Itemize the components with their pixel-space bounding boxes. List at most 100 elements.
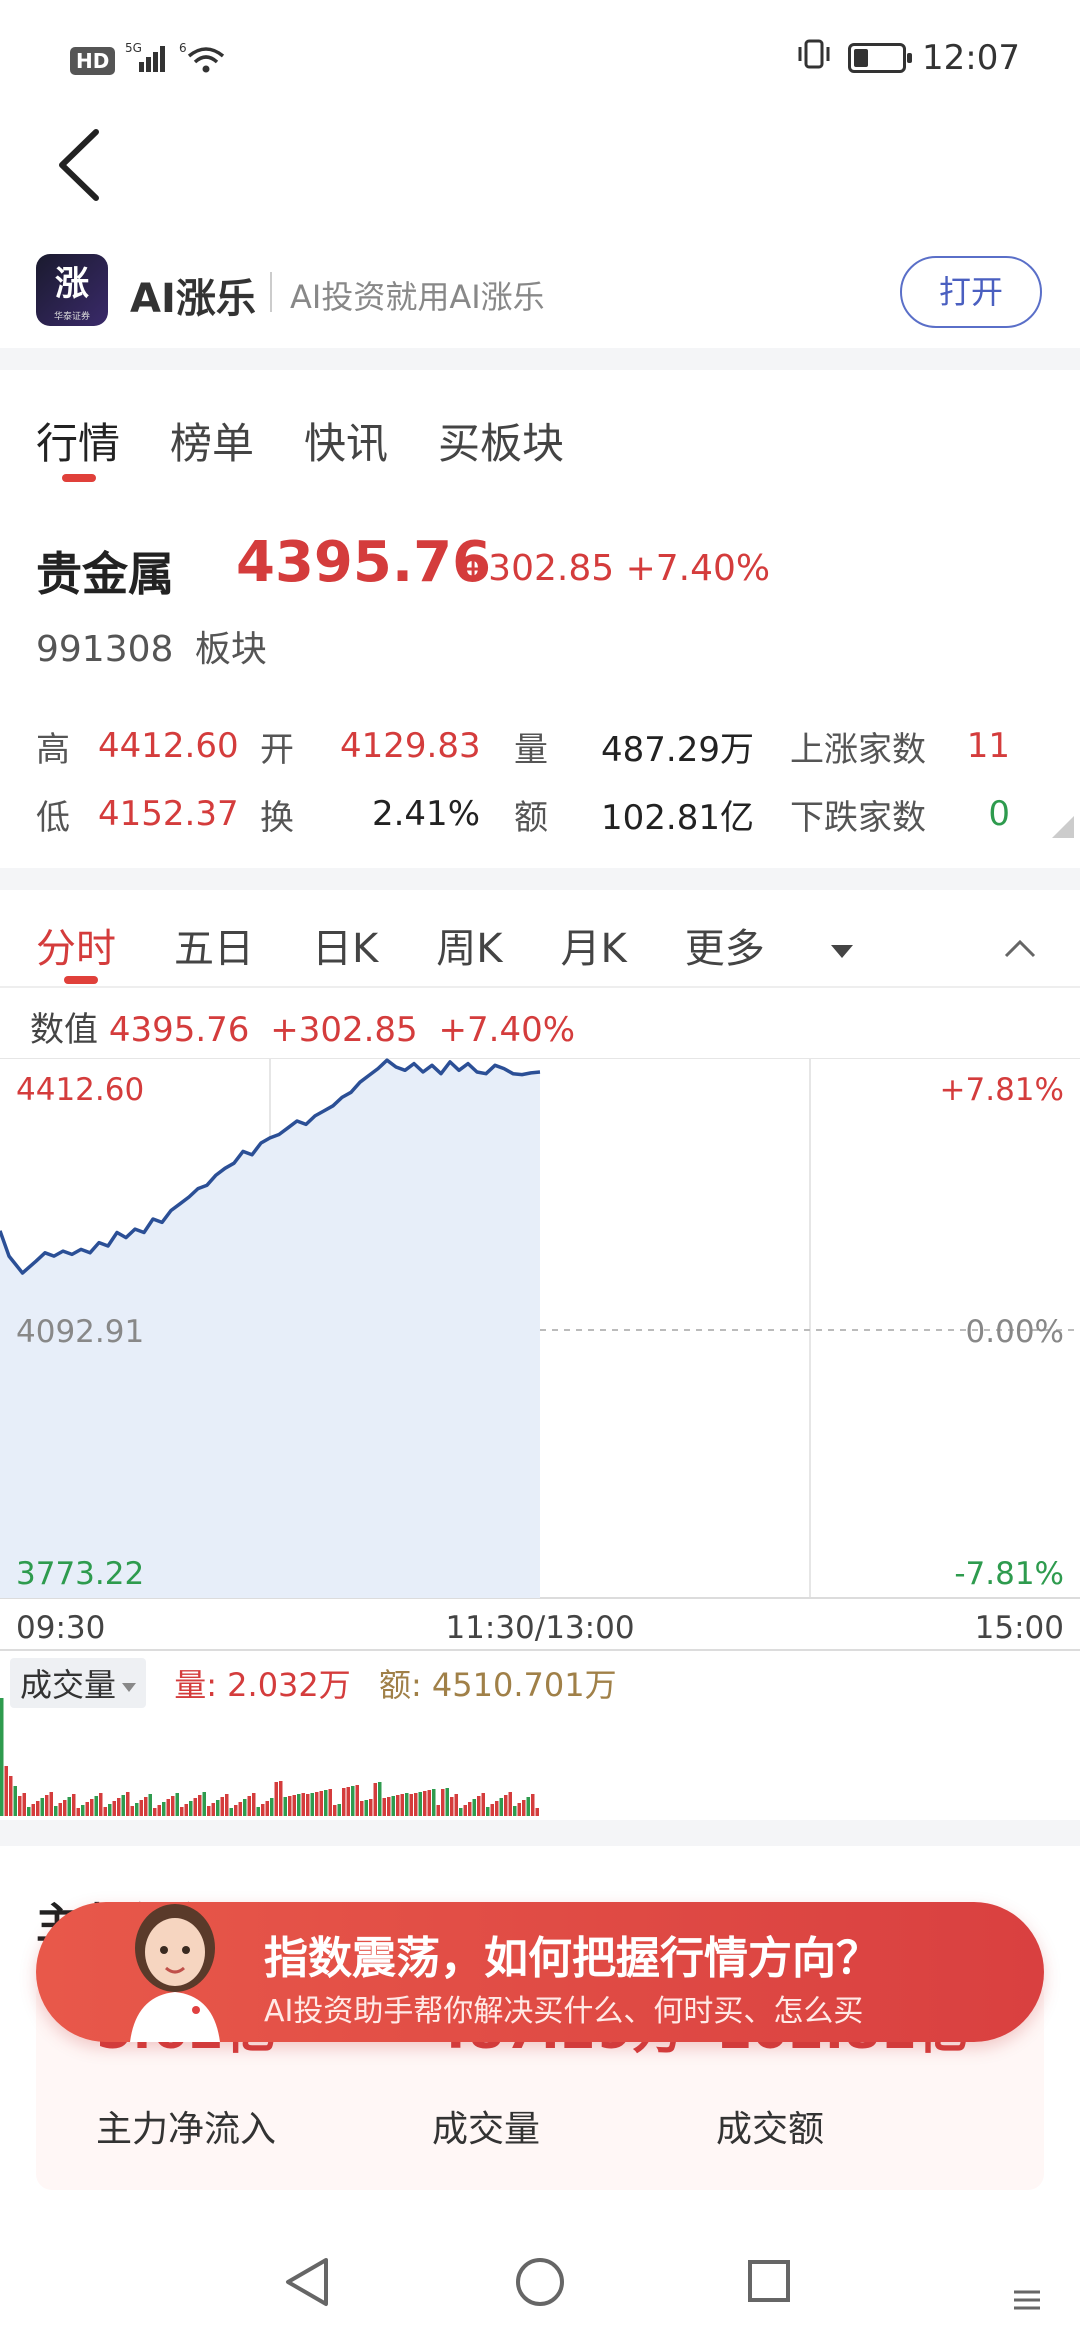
turnover-label: 换 — [260, 797, 294, 838]
volume-bar — [459, 1808, 463, 1816]
volume-bar — [337, 1804, 341, 1816]
volume-bar — [184, 1804, 188, 1816]
volume-bar — [301, 1793, 305, 1816]
volume-bar — [504, 1795, 508, 1816]
up-count-label: 上涨家数 — [790, 729, 926, 770]
volume-bar — [324, 1790, 328, 1816]
intraday-chart[interactable]: 4412.60 4092.91 3773.22 +7.81% 0.00% -7.… — [0, 1058, 1080, 1658]
hd-icon: HD — [70, 46, 116, 75]
tab-news[interactable]: 快讯 — [304, 410, 388, 471]
volume-bar — [378, 1782, 382, 1816]
volume-bar — [220, 1797, 224, 1816]
volume-bar — [67, 1797, 71, 1816]
volume-bar — [193, 1798, 197, 1816]
flow-volume-label: 成交量 — [432, 2109, 541, 2150]
volume-bar — [292, 1795, 296, 1816]
volume-bar — [387, 1797, 391, 1816]
volume-bar — [342, 1788, 346, 1816]
volume-bar — [99, 1793, 103, 1816]
volume-bar — [441, 1789, 445, 1816]
volume-bar — [45, 1795, 49, 1816]
volume-bar — [423, 1791, 427, 1816]
volume-bar — [157, 1805, 161, 1816]
value-change: +302.85 — [270, 1010, 418, 1050]
volume-bar — [247, 1796, 251, 1816]
volume-bar — [189, 1801, 193, 1816]
volume-bar — [351, 1786, 355, 1816]
volume-bar — [27, 1807, 31, 1816]
wifi-label: 6 — [179, 41, 187, 55]
volume-bar — [265, 1801, 269, 1816]
wifi-icon: 6 — [179, 40, 225, 81]
divider — [0, 986, 1080, 988]
volume-bar — [202, 1792, 206, 1816]
nav-back-button[interactable] — [286, 2258, 328, 2306]
flow-labels: 主力净流入 成交量 成交额 — [96, 2100, 824, 2152]
volume-bar — [396, 1795, 400, 1816]
volume-bar — [234, 1805, 238, 1816]
tab-more-label: 更多 — [684, 926, 765, 972]
promo-subtitle: AI投资助手帮你解决买什么、何时买、怎么买 — [264, 1994, 864, 2029]
volume-bar — [283, 1797, 287, 1816]
volume-bar — [364, 1800, 368, 1816]
system-nav-bar — [286, 2258, 1040, 2310]
app-logo[interactable]: 涨 华泰证券 — [36, 254, 108, 326]
tab-intraday[interactable]: 分时 — [36, 916, 116, 974]
status-right: 12:07 — [796, 38, 1020, 78]
expand-corner-icon[interactable] — [1052, 816, 1074, 838]
tab-market[interactable]: 行情 — [36, 410, 120, 471]
volume-bar — [472, 1799, 476, 1816]
volume-bar — [369, 1799, 373, 1816]
volume-bar — [346, 1787, 350, 1816]
app-logo-sub: 华泰证券 — [53, 312, 90, 322]
volume-bar — [513, 1806, 517, 1816]
flow-amount-label: 成交额 — [716, 2109, 825, 2150]
open-app-button[interactable]: 打开 — [900, 256, 1042, 328]
volume-bar — [76, 1808, 80, 1816]
collapse-button[interactable] — [1002, 930, 1038, 966]
volume-bar — [270, 1798, 274, 1816]
volume-bar — [13, 1786, 17, 1816]
clock: 12:07 — [922, 38, 1020, 78]
top-tabs: 行情 榜单 快讯 买板块 — [36, 410, 564, 471]
volume-bar — [22, 1793, 26, 1816]
volume-bar — [216, 1800, 220, 1816]
volume-bar — [252, 1793, 256, 1816]
volume-bar — [49, 1792, 53, 1816]
tab-more[interactable]: 更多 — [685, 916, 853, 974]
volume-bar — [391, 1796, 395, 1816]
volume-bar — [315, 1792, 319, 1816]
volume-bar — [310, 1793, 314, 1816]
volume-label: 量 — [514, 729, 548, 770]
tab-ranking[interactable]: 榜单 — [170, 410, 254, 471]
volume-bar — [261, 1804, 265, 1816]
volume-bar — [63, 1800, 67, 1816]
net-inflow-label: 主力净流入 — [96, 2109, 277, 2150]
tab-daily-k[interactable]: 日K — [312, 916, 378, 974]
tab-monthly-k[interactable]: 月K — [560, 916, 626, 974]
value-price: 4395.76 — [108, 1010, 250, 1050]
volume-bar — [535, 1808, 539, 1816]
tab-five-day[interactable]: 五日 — [174, 916, 254, 974]
x-label-open: 09:30 — [16, 1610, 105, 1646]
nav-home-button[interactable] — [516, 2258, 564, 2306]
volume-bar — [211, 1803, 215, 1816]
high-value: 4412.60 — [98, 726, 239, 766]
volume-value: 487.29万 — [601, 729, 754, 770]
tab-weekly-k[interactable]: 周K — [436, 916, 502, 974]
volume-bar — [225, 1794, 229, 1816]
volume-chart[interactable] — [0, 1696, 1080, 1820]
volume-bar — [229, 1808, 233, 1816]
nav-recents-button[interactable] — [748, 2260, 790, 2302]
volume-bar — [288, 1796, 292, 1816]
tab-buy-sector[interactable]: 买板块 — [438, 410, 564, 471]
nav-menu-button[interactable] — [1014, 2290, 1040, 2310]
volume-bar — [486, 1807, 490, 1816]
volume-bar — [468, 1802, 472, 1816]
amount-label: 额 — [514, 797, 548, 838]
down-count-label: 下跌家数 — [790, 797, 926, 838]
volume-bar — [454, 1794, 458, 1816]
open-label: 开 — [260, 729, 294, 770]
back-button[interactable] — [52, 120, 112, 210]
code-value: 991308 — [36, 629, 174, 670]
